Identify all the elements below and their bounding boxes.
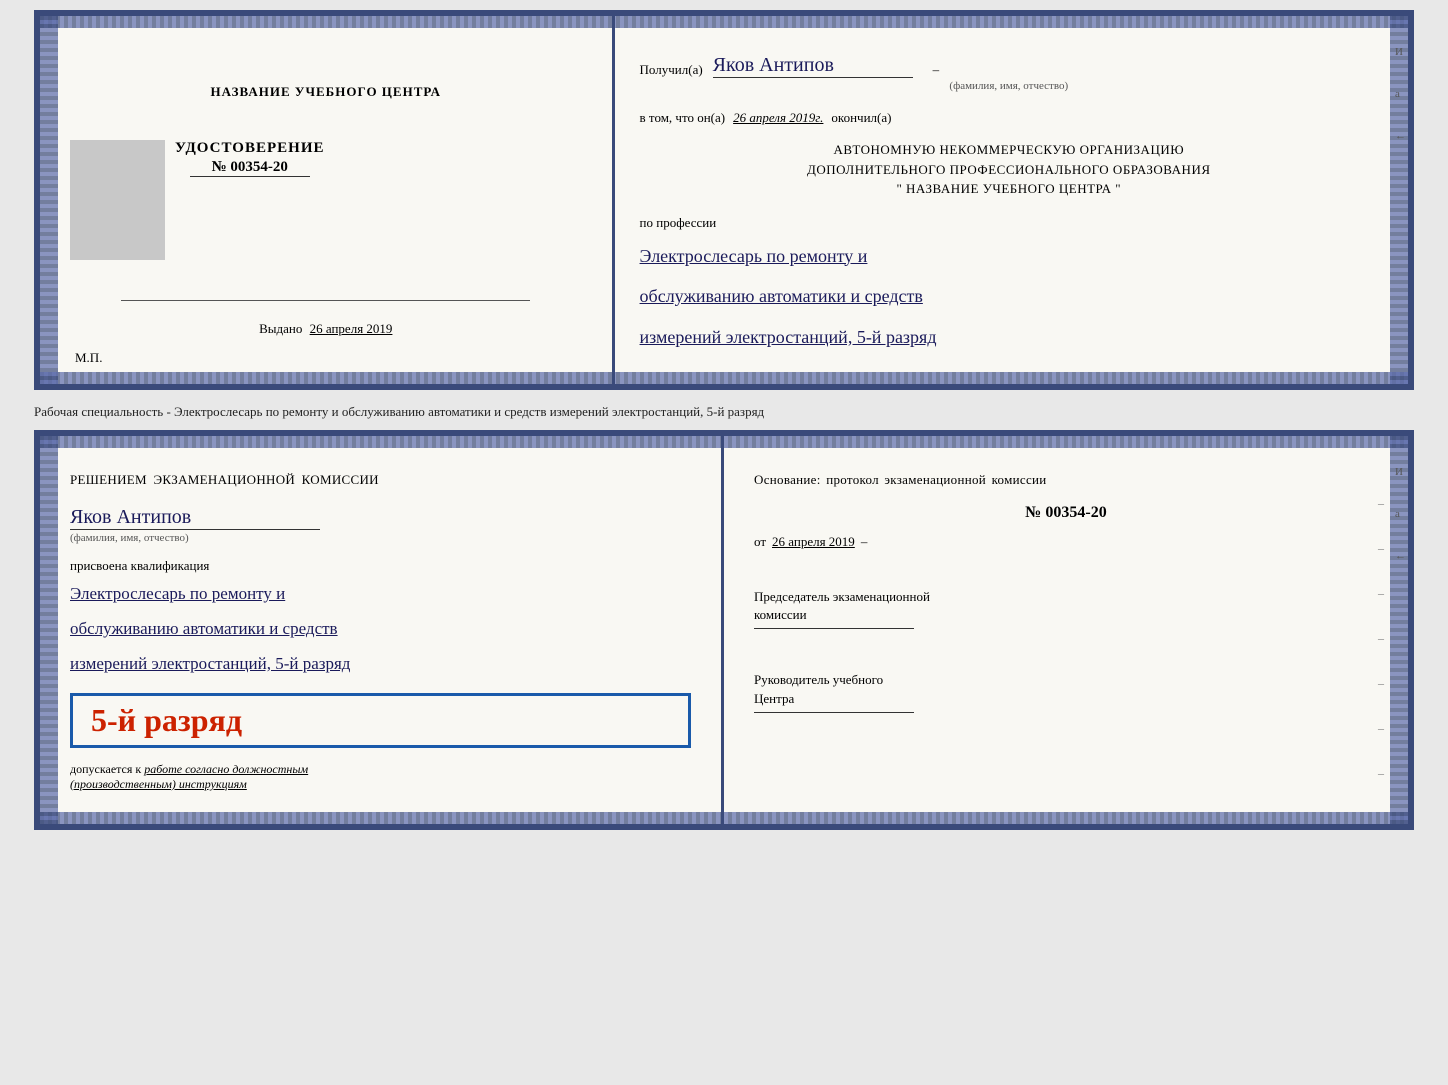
bottom-edge-mark-a: а xyxy=(1395,508,1406,520)
cert-bottom-left: Решением экзаменационной комиссии Яков А… xyxy=(40,436,724,824)
допускается-label: допускается к xyxy=(70,762,141,776)
photo-placeholder xyxy=(70,140,165,260)
osnov-block: Основание: протокол экзаменационной коми… xyxy=(754,472,1378,488)
bottom-left-decorative-strip xyxy=(40,436,58,824)
prof-label: по профессии xyxy=(640,215,1378,231)
bottom-edge-mark-i: И xyxy=(1395,466,1406,478)
edge-mark-arrow: ← xyxy=(1395,130,1406,142)
org-line3: " НАЗВАНИЕ УЧЕБНОГО ЦЕНТРА " xyxy=(640,179,1378,199)
chairman-label: Председатель экзаменационной комиссии xyxy=(754,588,1378,624)
cert-right-panel: Получил(а) Яков Антипов – (фамилия, имя,… xyxy=(615,16,1408,384)
chairman-signature-line xyxy=(754,628,914,629)
date-value: 26 апреля 2019 xyxy=(772,534,855,550)
between-specialty-label: Рабочая специальность - Электрослесарь п… xyxy=(34,398,1414,422)
osnov-text: Основание: протокол экзаменационной коми… xyxy=(754,472,1378,488)
left-decorative-strip xyxy=(40,16,58,384)
received-line: Получил(а) Яков Антипов – xyxy=(640,54,1378,78)
fio-hint-top: (фамилия, имя, отчество) xyxy=(640,80,1378,92)
right-edge-marks: И а ← xyxy=(1395,46,1406,142)
prof-line1: Электрослесарь по ремонту и xyxy=(640,241,1378,272)
issued-date: 26 апреля 2019 xyxy=(310,321,393,336)
decision-block: Решением экзаменационной комиссии xyxy=(70,472,691,488)
bottom-name-block: Яков Антипов (фамилия, имя, отчество) xyxy=(70,502,691,544)
edge-mark-a: а xyxy=(1395,88,1406,100)
edge-mark-i: И xyxy=(1395,46,1406,58)
cert-left-panel: НАЗВАНИЕ УЧЕБНОГО ЦЕНТРА УДОСТОВЕРЕНИЕ №… xyxy=(40,16,615,384)
received-block: Получил(а) Яков Антипов – (фамилия, имя,… xyxy=(640,54,1378,92)
допускается-text: работе согласно должностным xyxy=(144,762,308,776)
допускается-text2: (производственным) инструкциям xyxy=(70,777,247,791)
right-dashes: – – – – – – – xyxy=(1378,496,1384,781)
date-line: от 26 апреля 2019 – xyxy=(754,534,1378,550)
org-block: АВТОНОМНУЮ НЕКОММЕРЧЕСКУЮ ОРГАНИЗАЦИЮ ДО… xyxy=(640,140,1378,199)
rank-badge: 5-й разряд xyxy=(70,693,691,748)
udost-block: УДОСТОВЕРЕНИЕ № 00354-20 xyxy=(175,140,325,177)
prof-line2: обслуживанию автоматики и средств xyxy=(640,281,1378,312)
issued-line: Выдано 26 апреля 2019 xyxy=(259,321,392,337)
recipient-name: Яков Антипов xyxy=(713,54,913,78)
vtom-line: в том, что он(а) 26 апреля 2019г. окончи… xyxy=(640,110,1378,126)
bottom-fio-hint: (фамилия, имя, отчество) xyxy=(70,532,691,544)
org-line2: ДОПОЛНИТЕЛЬНОГО ПРОФЕССИОНАЛЬНОГО ОБРАЗО… xyxy=(640,160,1378,180)
vtom-ended: окончил(а) xyxy=(831,110,891,126)
chairman-block: Председатель экзаменационной комиссии xyxy=(754,574,1378,629)
cert-left-content: УДОСТОВЕРЕНИЕ № 00354-20 xyxy=(70,130,582,270)
school-name-top: НАЗВАНИЕ УЧЕБНОГО ЦЕНТРА xyxy=(211,84,442,100)
issued-label: Выдано xyxy=(259,321,302,336)
mp-label: М.П. xyxy=(75,350,102,366)
kvali-label: присвоена квалификация xyxy=(70,558,691,574)
prof-line3: измерений электростанций, 5-й разряд xyxy=(640,322,1378,353)
head-text: Руководитель учебного Центра xyxy=(754,672,883,705)
bottom-edge-mark-arrow: ← xyxy=(1395,550,1406,562)
head-signature-line xyxy=(754,712,914,713)
org-line1: АВТОНОМНУЮ НЕКОММЕРЧЕСКУЮ ОРГАНИЗАЦИЮ xyxy=(640,140,1378,160)
head-label: Руководитель учебного Центра xyxy=(754,671,1378,707)
допускается-line: допускается к работе согласно должностны… xyxy=(70,762,691,792)
cert-bottom-right: И а ← Основание: протокол экзаменационно… xyxy=(724,436,1408,824)
udost-number: № 00354-20 xyxy=(190,159,310,177)
udost-title: УДОСТОВЕРЕНИЕ xyxy=(175,140,325,157)
protocol-number: № 00354-20 xyxy=(754,504,1378,522)
received-label: Получил(а) xyxy=(640,62,703,78)
vtom-label: в том, что он(а) xyxy=(640,110,726,126)
kvali-line1: Электрослесарь по ремонту и xyxy=(70,580,691,609)
bottom-right-edge-marks: И а ← xyxy=(1395,466,1406,562)
vtom-date: 26 апреля 2019г. xyxy=(733,110,823,126)
rank-badge-text: 5-й разряд xyxy=(91,702,242,738)
date-label: от xyxy=(754,534,766,550)
bottom-name: Яков Антипов xyxy=(70,506,320,530)
head-block: Руководитель учебного Центра xyxy=(754,653,1378,712)
kvali-line3: измерений электростанций, 5-й разряд xyxy=(70,650,691,679)
decision-text: Решением экзаменационной комиссии xyxy=(70,472,691,488)
certificate-top: НАЗВАНИЕ УЧЕБНОГО ЦЕНТРА УДОСТОВЕРЕНИЕ №… xyxy=(34,10,1414,390)
certificate-bottom: Решением экзаменационной комиссии Яков А… xyxy=(34,430,1414,830)
kvali-line2: обслуживанию автоматики и средств xyxy=(70,615,691,644)
document-wrapper: НАЗВАНИЕ УЧЕБНОГО ЦЕНТРА УДОСТОВЕРЕНИЕ №… xyxy=(34,10,1414,830)
chairman-text: Председатель экзаменационной комиссии xyxy=(754,589,930,622)
